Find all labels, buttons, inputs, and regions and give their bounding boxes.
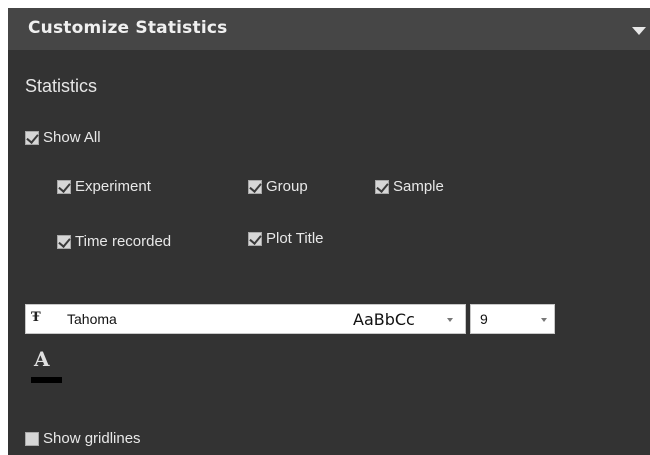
experiment-label: Experiment bbox=[75, 178, 151, 195]
experiment-checkbox[interactable]: Experiment bbox=[57, 178, 151, 195]
triangle-down-icon[interactable] bbox=[632, 27, 646, 35]
section-title: Statistics bbox=[25, 76, 98, 96]
font-color-swatch bbox=[31, 377, 62, 383]
checkbox-icon[interactable] bbox=[248, 179, 262, 194]
group-label: Group bbox=[266, 178, 308, 195]
truetype-font-icon: Ŧ bbox=[31, 310, 41, 325]
font-family-select[interactable]: Ŧ Tahoma AaBbCc bbox=[25, 304, 466, 334]
font-name: Tahoma bbox=[67, 311, 117, 327]
chevron-down-icon[interactable] bbox=[541, 318, 547, 322]
chevron-down-icon[interactable] bbox=[447, 318, 453, 322]
font-color-button[interactable]: A bbox=[31, 347, 63, 385]
show-all-label: Show All bbox=[43, 129, 101, 146]
font-color-icon: A bbox=[34, 347, 50, 371]
font-size-value: 9 bbox=[480, 311, 488, 327]
time-recorded-checkbox[interactable]: Time recorded bbox=[57, 233, 171, 250]
font-preview: AaBbCc bbox=[353, 310, 415, 329]
sample-checkbox[interactable]: Sample bbox=[375, 178, 444, 195]
checkbox-icon[interactable] bbox=[248, 231, 262, 246]
show-gridlines-checkbox[interactable]: Show gridlines bbox=[25, 430, 141, 447]
plot-title-checkbox[interactable]: Plot Title bbox=[248, 230, 324, 247]
time-recorded-label: Time recorded bbox=[75, 233, 172, 250]
checkbox-icon[interactable] bbox=[57, 234, 71, 249]
checkbox-icon[interactable] bbox=[57, 179, 71, 194]
panel-title: Customize Statistics bbox=[28, 18, 228, 38]
show-gridlines-label: Show gridlines bbox=[43, 430, 141, 447]
panel-header[interactable]: Customize Statistics bbox=[8, 8, 650, 50]
customize-statistics-panel: Customize Statistics Statistics Show All… bbox=[8, 8, 650, 455]
font-size-select[interactable]: 9 bbox=[470, 304, 555, 334]
checkbox-icon[interactable] bbox=[25, 431, 39, 446]
group-checkbox[interactable]: Group bbox=[248, 178, 308, 195]
checkbox-icon[interactable] bbox=[25, 130, 39, 145]
show-all-checkbox[interactable]: Show All bbox=[25, 129, 101, 146]
checkbox-icon[interactable] bbox=[375, 179, 389, 194]
plot-title-label: Plot Title bbox=[266, 230, 324, 247]
sample-label: Sample bbox=[393, 178, 444, 195]
